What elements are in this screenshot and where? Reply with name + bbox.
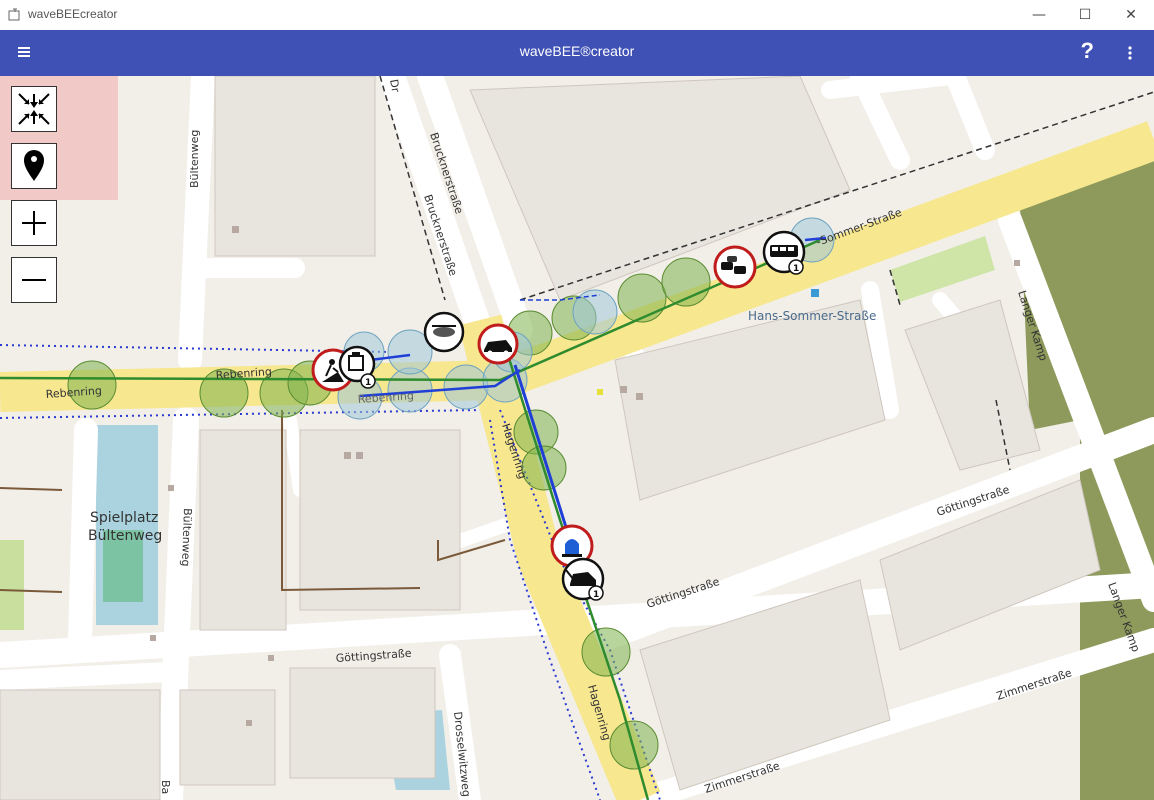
map-view[interactable]: Rebenring Rebenring Rebenring Bültenweg … xyxy=(0,76,1154,800)
recenter-icon xyxy=(18,93,50,125)
app-bar: waveBEE®creator ? xyxy=(0,30,1154,76)
badge-tow-count: 1 xyxy=(593,590,599,600)
street-label-bultenweg: Bültenweg xyxy=(179,508,194,567)
location-pin-icon xyxy=(24,150,44,181)
app-window: waveBEEcreator — ☐ ✕ waveBEE®creator ? R… xyxy=(0,0,1154,800)
window-title: waveBEEcreator xyxy=(28,7,118,21)
bus-stop-icon xyxy=(811,289,819,297)
poi-yellow xyxy=(597,389,603,395)
maximize-button[interactable]: ☐ xyxy=(1062,0,1108,30)
playground-label: Spielplatz xyxy=(90,510,158,526)
zoom-out-icon xyxy=(22,279,46,281)
location-button[interactable] xyxy=(11,143,57,189)
park-left xyxy=(0,540,24,630)
playground-label: Bültenweg xyxy=(88,528,162,544)
street-label-ba: Ba xyxy=(159,780,172,794)
badge-bus: 1 xyxy=(788,259,804,275)
badge-construction-count: 1 xyxy=(365,378,371,388)
help-button[interactable]: ? xyxy=(1081,38,1094,64)
app-title: waveBEE®creator xyxy=(519,43,635,59)
car-breakdown-icon[interactable] xyxy=(477,323,519,365)
more-vert-icon[interactable] xyxy=(1120,42,1140,64)
badge-tow: 1 xyxy=(588,585,604,601)
app-icon xyxy=(8,8,20,21)
speed-camera-icon[interactable] xyxy=(423,311,465,353)
zoom-out-button[interactable] xyxy=(11,257,57,303)
zoom-in-button[interactable] xyxy=(11,200,57,246)
bus-stop-label: Hans-Sommer-Straße xyxy=(748,309,876,323)
close-button[interactable]: ✕ xyxy=(1108,0,1154,30)
zoom-in-icon xyxy=(22,211,46,235)
minimize-button[interactable]: — xyxy=(1016,0,1062,30)
recenter-button[interactable] xyxy=(11,86,57,132)
map-canvas[interactable]: Rebenring Rebenring Rebenring Bültenweg … xyxy=(0,76,1154,800)
street-label-bultenweg: Bültenweg xyxy=(188,130,201,188)
badge-bus-count: 1 xyxy=(793,264,799,274)
traffic-jam-icon[interactable] xyxy=(713,245,757,289)
badge-construction: 1 xyxy=(360,373,376,389)
window-titlebar: waveBEEcreator — ☐ ✕ xyxy=(0,0,1154,31)
